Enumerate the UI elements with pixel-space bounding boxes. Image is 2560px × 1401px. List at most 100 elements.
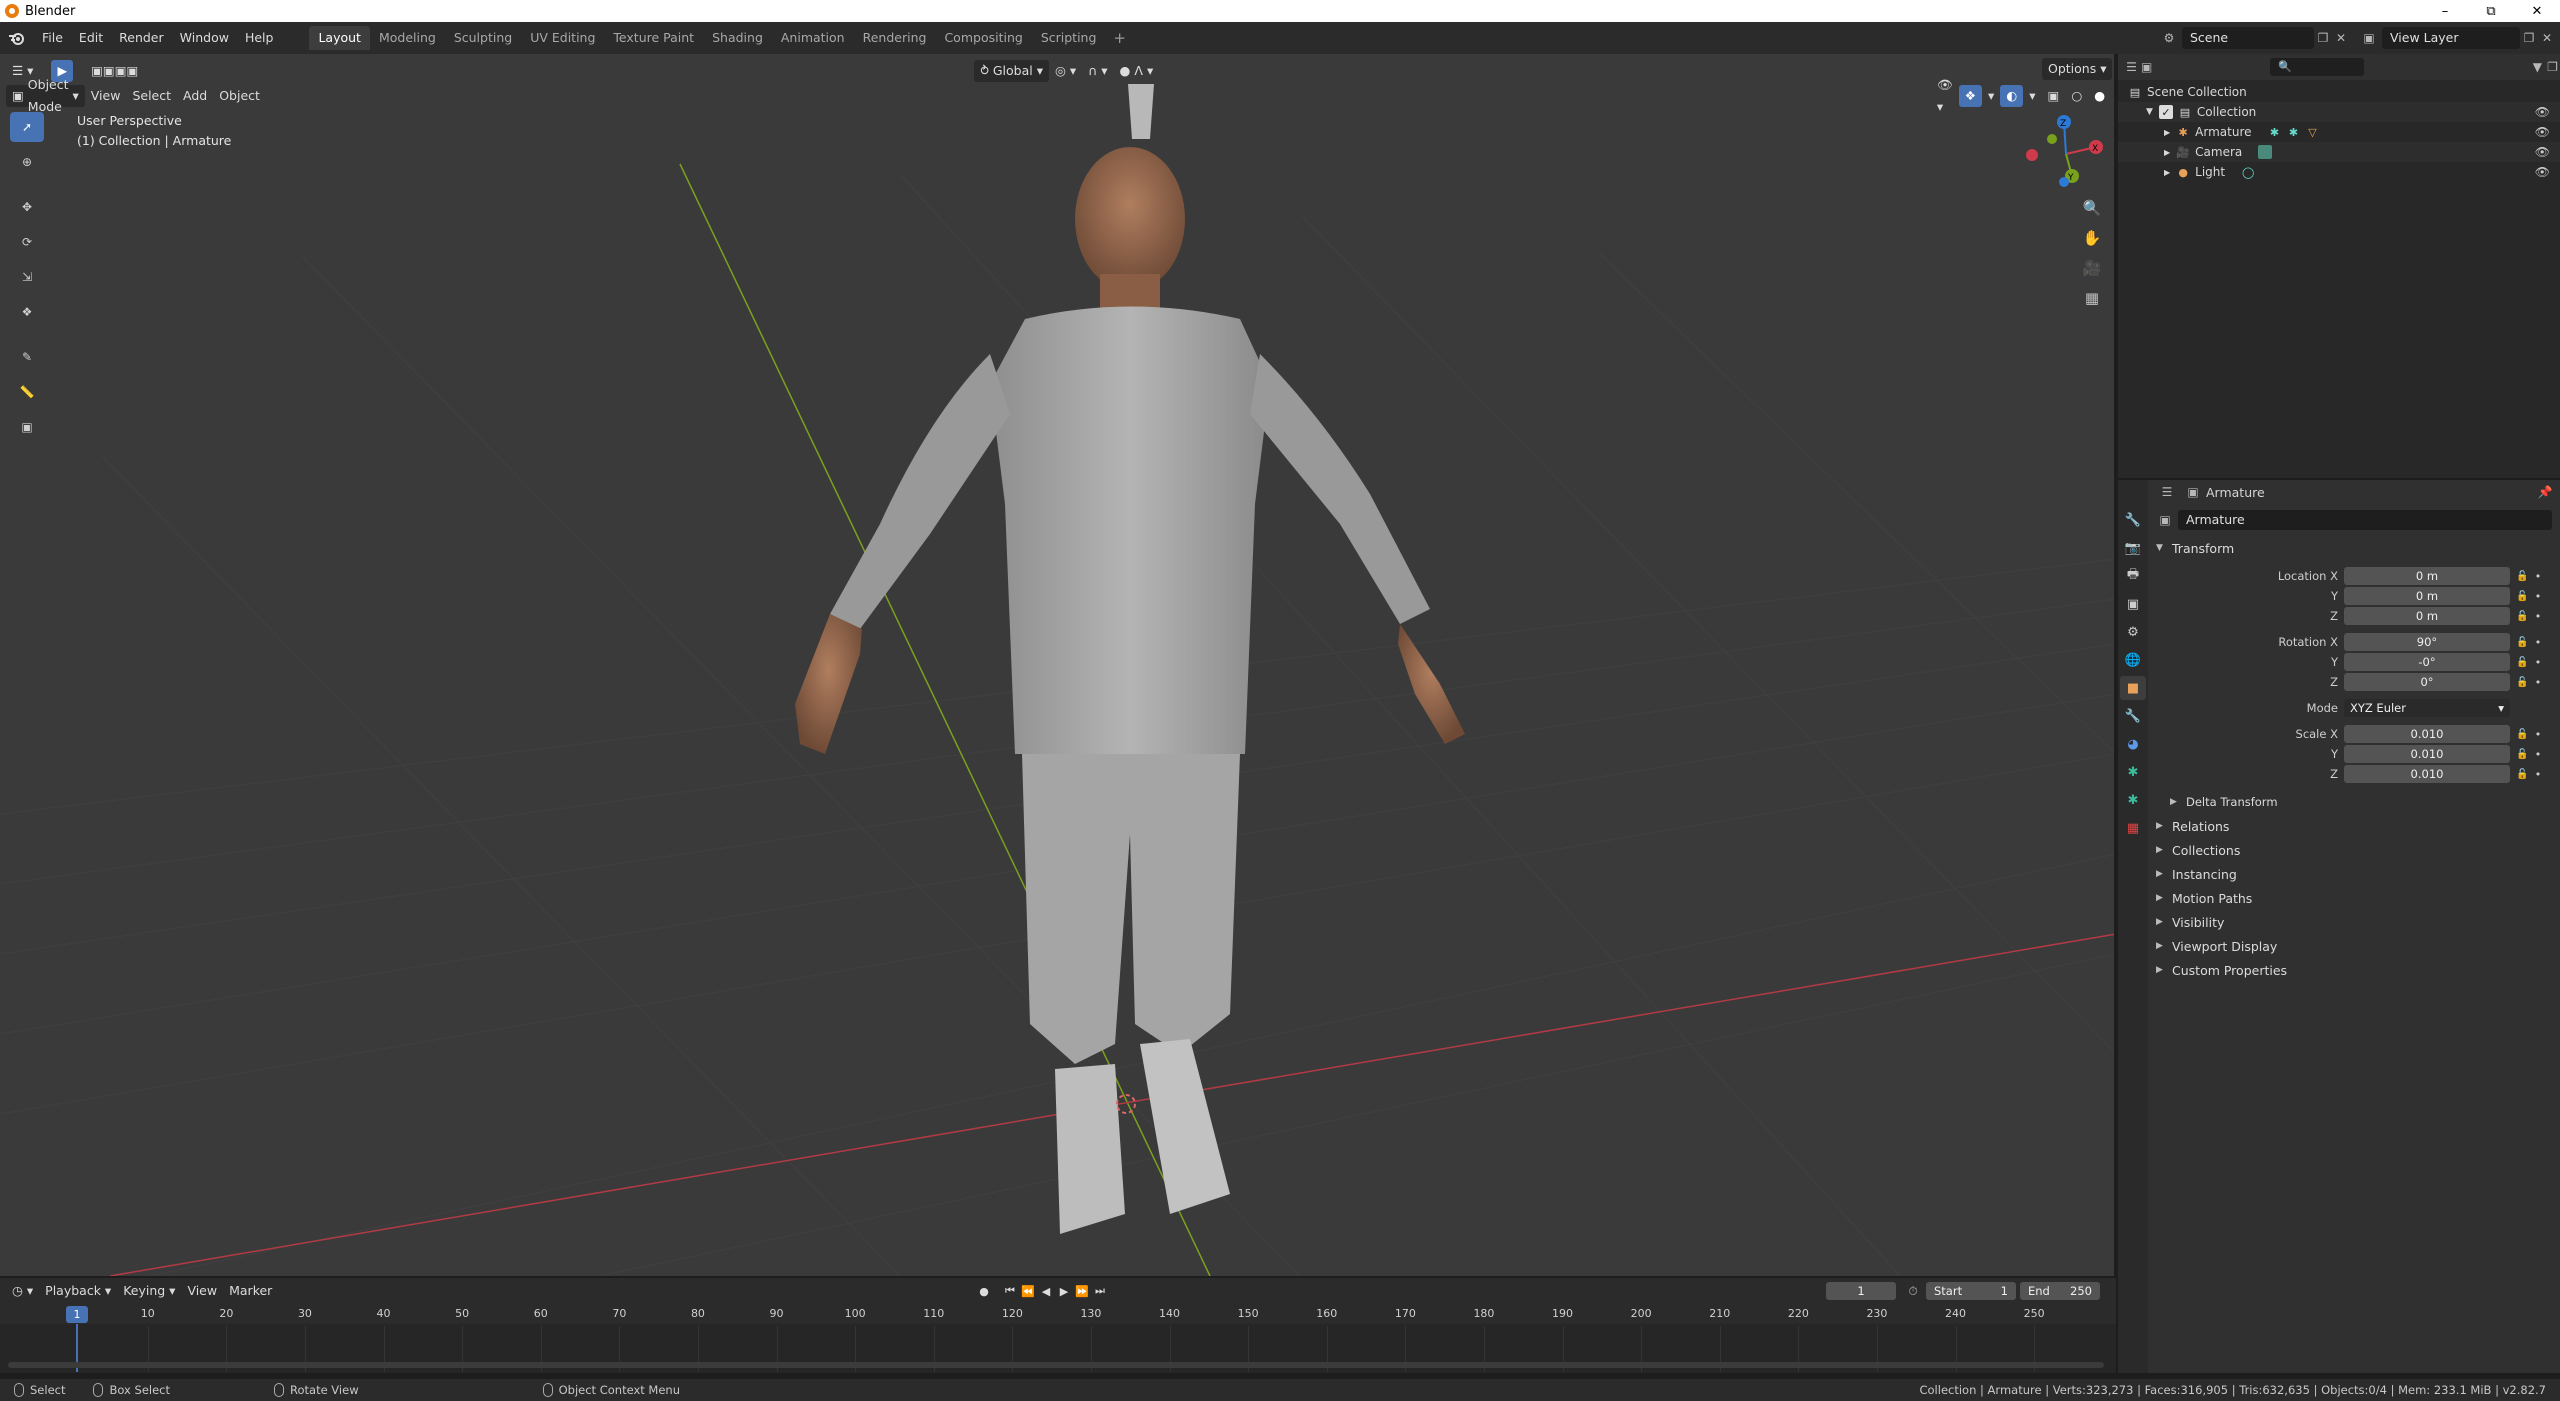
rotation-y-field[interactable]: -0° (2344, 653, 2510, 671)
camera-view-icon[interactable]: 🎥 (2078, 254, 2106, 282)
scene-icon[interactable]: ⚙ (2160, 29, 2178, 47)
current-frame-field[interactable]: 1 (1826, 1282, 1896, 1300)
play-reverse-icon[interactable]: ◀ (1037, 1282, 1055, 1300)
output-tab-icon[interactable]: 🖶 (2120, 564, 2146, 588)
keyframe-dot-icon[interactable]: • (2532, 676, 2544, 689)
add-cube-tool-icon[interactable]: ▣ (10, 412, 44, 442)
end-frame-field[interactable]: End 250 (2020, 1282, 2100, 1300)
zoom-icon[interactable]: 🔍 (2078, 194, 2106, 222)
display-mode-icon[interactable]: ▣ (2139, 58, 2154, 76)
viewport-scene[interactable]: X Y Z (0, 54, 2116, 1276)
transform-tool-icon[interactable]: ❖ (10, 297, 44, 327)
play-icon[interactable]: ▶ (1055, 1282, 1073, 1300)
location-x-field[interactable]: 0 m (2344, 567, 2510, 585)
lock-icon[interactable]: 🔓 (2516, 611, 2532, 622)
scale-z-field[interactable]: 0.010 (2344, 765, 2510, 783)
menu-select[interactable]: Select (126, 85, 177, 107)
lock-icon[interactable]: 🔓 (2516, 591, 2532, 602)
keyframe-dot-icon[interactable]: • (2532, 636, 2544, 649)
tab-compositing[interactable]: Compositing (935, 26, 1031, 50)
measure-tool-icon[interactable]: 📏 (10, 377, 44, 407)
gizmo-dropdown-icon[interactable]: ▾ (1982, 85, 2000, 107)
data-tab-icon[interactable]: ✱ (2120, 788, 2146, 812)
panel-motion-paths-header[interactable]: ▶ Motion Paths (2148, 886, 2560, 910)
annotate-tool-icon[interactable]: ✎ (10, 342, 44, 372)
prev-keyframe-icon[interactable]: ⏪ (1019, 1282, 1037, 1300)
view-layer-tab-icon[interactable]: ▣ (2120, 592, 2146, 616)
panel-collections-header[interactable]: ▶ Collections (2148, 838, 2560, 862)
tab-scripting[interactable]: Scripting (1032, 26, 1106, 50)
cursor-tool-icon[interactable]: ⊕ (10, 147, 44, 177)
lock-icon[interactable]: 🔓 (2516, 637, 2532, 648)
tab-uv-editing[interactable]: UV Editing (521, 26, 604, 50)
delete-view-layer-icon[interactable]: ✕ (2538, 29, 2556, 47)
object-name-field[interactable]: Armature (2178, 510, 2552, 530)
playback-menu[interactable]: Playback ▾ (39, 1280, 117, 1302)
collapse-arrow-icon[interactable]: ▼ (2146, 107, 2153, 117)
marker-menu[interactable]: Marker (223, 1280, 278, 1302)
panel-custom-properties-header[interactable]: ▶ Custom Properties (2148, 958, 2560, 982)
shading-wireframe-icon[interactable]: ○ (2065, 85, 2088, 107)
panel-relations-header[interactable]: ▶ Relations (2148, 814, 2560, 838)
properties-editor-icon[interactable]: ☰ (2158, 483, 2176, 501)
modifier-tab-icon[interactable]: 🔧 (2120, 704, 2146, 728)
rotation-mode-dropdown[interactable]: XYZ Euler ▾ (2344, 699, 2510, 717)
physics-tab-icon[interactable]: ◕ (2120, 732, 2146, 756)
tab-sculpting[interactable]: Sculpting (445, 26, 521, 50)
eye-icon[interactable]: 👁 (2535, 105, 2550, 119)
shading-material-icon[interactable]: ◑ (2111, 85, 2114, 107)
panel-instancing-header[interactable]: ▶ Instancing (2148, 862, 2560, 886)
lock-icon[interactable]: 🔓 (2516, 657, 2532, 668)
scene-tab-icon[interactable]: ⚙ (2120, 620, 2146, 644)
object-tab-icon[interactable]: ■ (2120, 676, 2146, 700)
overlay-toggle-icon[interactable]: ◐ (2000, 85, 2024, 107)
tab-rendering[interactable]: Rendering (854, 26, 936, 50)
move-tool-icon[interactable]: ✥ (10, 192, 44, 222)
lock-icon[interactable]: 🔓 (2516, 769, 2532, 780)
scale-tool-icon[interactable]: ⇲ (10, 262, 44, 292)
scale-x-field[interactable]: 0.010 (2344, 725, 2510, 743)
tab-animation[interactable]: Animation (772, 26, 854, 50)
timeline-ruler[interactable]: 1 10 20 30 40 50 60 70 80 90 100 110 120 130 140 150 16… (0, 1304, 2116, 1372)
tool-tab-icon[interactable]: 🔧 (2120, 508, 2146, 532)
lock-icon[interactable]: 🔓 (2516, 729, 2532, 740)
checkbox-icon[interactable]: ✓ (2158, 105, 2173, 119)
timeline-view-menu[interactable]: View (181, 1280, 223, 1302)
maximize-button[interactable]: ⧉ (2468, 0, 2514, 22)
pivot-icon[interactable]: ◎ ▾ (1049, 60, 1082, 82)
gizmo-toggle-icon[interactable]: ❖ (1958, 85, 1983, 107)
stopwatch-icon[interactable]: ⏱ (1904, 1282, 1922, 1300)
eye-icon[interactable]: 👁 (2535, 125, 2550, 139)
close-button[interactable]: ✕ (2514, 0, 2560, 22)
keyframe-dot-icon[interactable]: • (2532, 728, 2544, 741)
record-icon[interactable]: ● (975, 1282, 993, 1300)
panel-visibility-header[interactable]: ▶ Visibility (2148, 910, 2560, 934)
texture-tab-icon[interactable]: ▦ (2120, 816, 2146, 840)
tab-texture-paint[interactable]: Texture Paint (604, 26, 703, 50)
xray-toggle-icon[interactable]: ▣ (2042, 85, 2066, 107)
outliner-search-input[interactable]: 🔍 (2270, 58, 2364, 76)
object-type-icon[interactable]: ▣ (2156, 511, 2174, 529)
tree-row-scene-collection[interactable]: ▤ Scene Collection (2118, 82, 2560, 102)
menu-view[interactable]: View (85, 85, 127, 107)
eye-icon[interactable]: 👁 (2535, 165, 2550, 179)
add-workspace-button[interactable]: + (1105, 26, 1134, 50)
start-frame-field[interactable]: Start 1 (1926, 1282, 2016, 1300)
world-tab-icon[interactable]: 🌐 (2120, 648, 2146, 672)
snap-icon[interactable]: ∩ ▾ (1082, 60, 1113, 82)
jump-start-icon[interactable]: ⏮ (1001, 1282, 1019, 1300)
render-tab-icon[interactable]: 📷 (2120, 536, 2146, 560)
keyframe-dot-icon[interactable]: • (2532, 768, 2544, 781)
new-view-layer-icon[interactable]: ❐ (2520, 29, 2538, 47)
lock-icon[interactable]: 🔓 (2516, 749, 2532, 760)
location-z-field[interactable]: 0 m (2344, 607, 2510, 625)
panel-viewport-display-header[interactable]: ▶ Viewport Display (2148, 934, 2560, 958)
visibility-icon[interactable]: 👁 ▾ (1931, 77, 1959, 114)
panel-transform-header[interactable]: ▼ Transform (2148, 536, 2560, 560)
shading-solid-icon[interactable]: ● (2088, 85, 2111, 107)
eye-icon[interactable]: 👁 (2535, 145, 2550, 159)
new-scene-icon[interactable]: ❐ (2314, 29, 2332, 47)
tab-modeling[interactable]: Modeling (370, 26, 445, 50)
keyframe-dot-icon[interactable]: • (2532, 610, 2544, 623)
minimize-button[interactable]: – (2422, 0, 2468, 22)
